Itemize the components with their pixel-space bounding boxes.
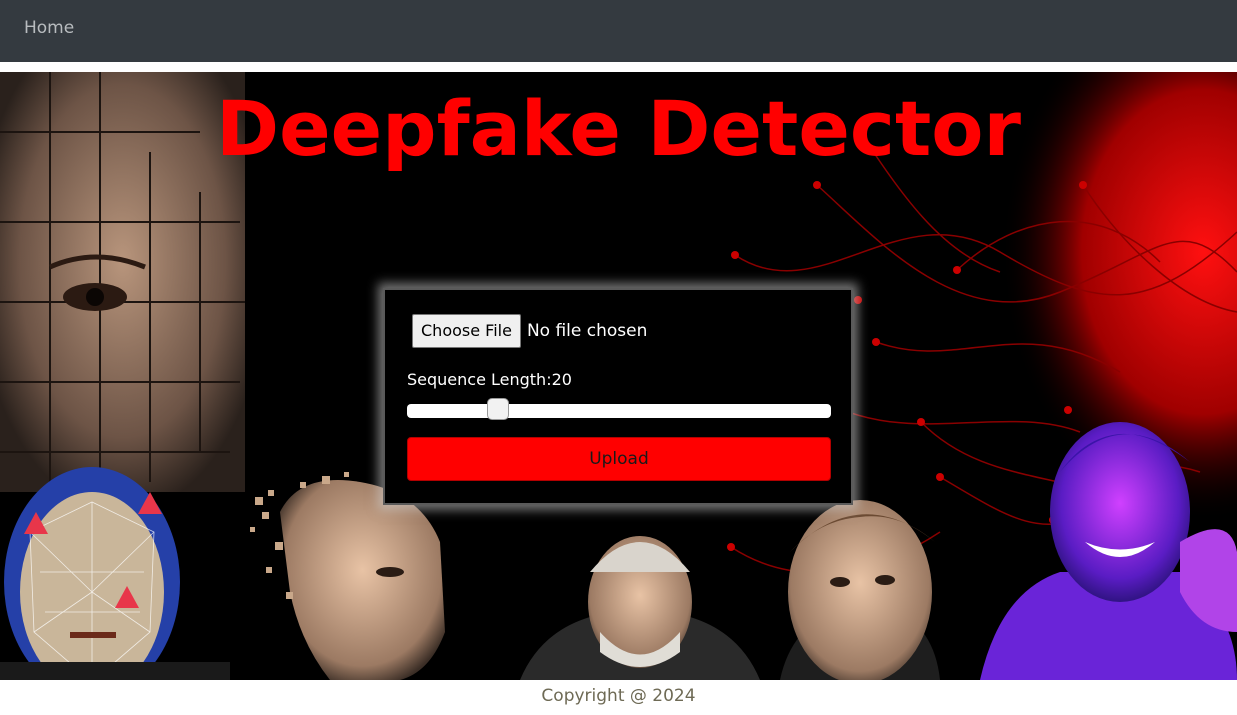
navbar: Home	[0, 0, 1237, 62]
file-input-row: Choose File No file chosen	[412, 314, 647, 348]
sequence-length-slider[interactable]	[407, 398, 831, 420]
sequence-length-label: Sequence Length:20	[407, 370, 572, 389]
wireframe-face-image	[0, 467, 230, 680]
file-status-text: No file chosen	[526, 321, 648, 341]
nav-home-link[interactable]: Home	[24, 18, 74, 38]
upload-button[interactable]: Upload	[407, 437, 831, 481]
upload-form-panel: Choose File No file chosen Sequence Leng…	[383, 288, 853, 505]
right-center-face-image	[780, 500, 940, 680]
center-face-image	[520, 536, 760, 680]
page-title: Deepfake Detector	[215, 84, 1021, 173]
choose-file-button[interactable]: Choose File	[412, 314, 521, 348]
footer-copyright: Copyright @ 2024	[541, 686, 696, 706]
slider-thumb[interactable]	[487, 398, 510, 420]
